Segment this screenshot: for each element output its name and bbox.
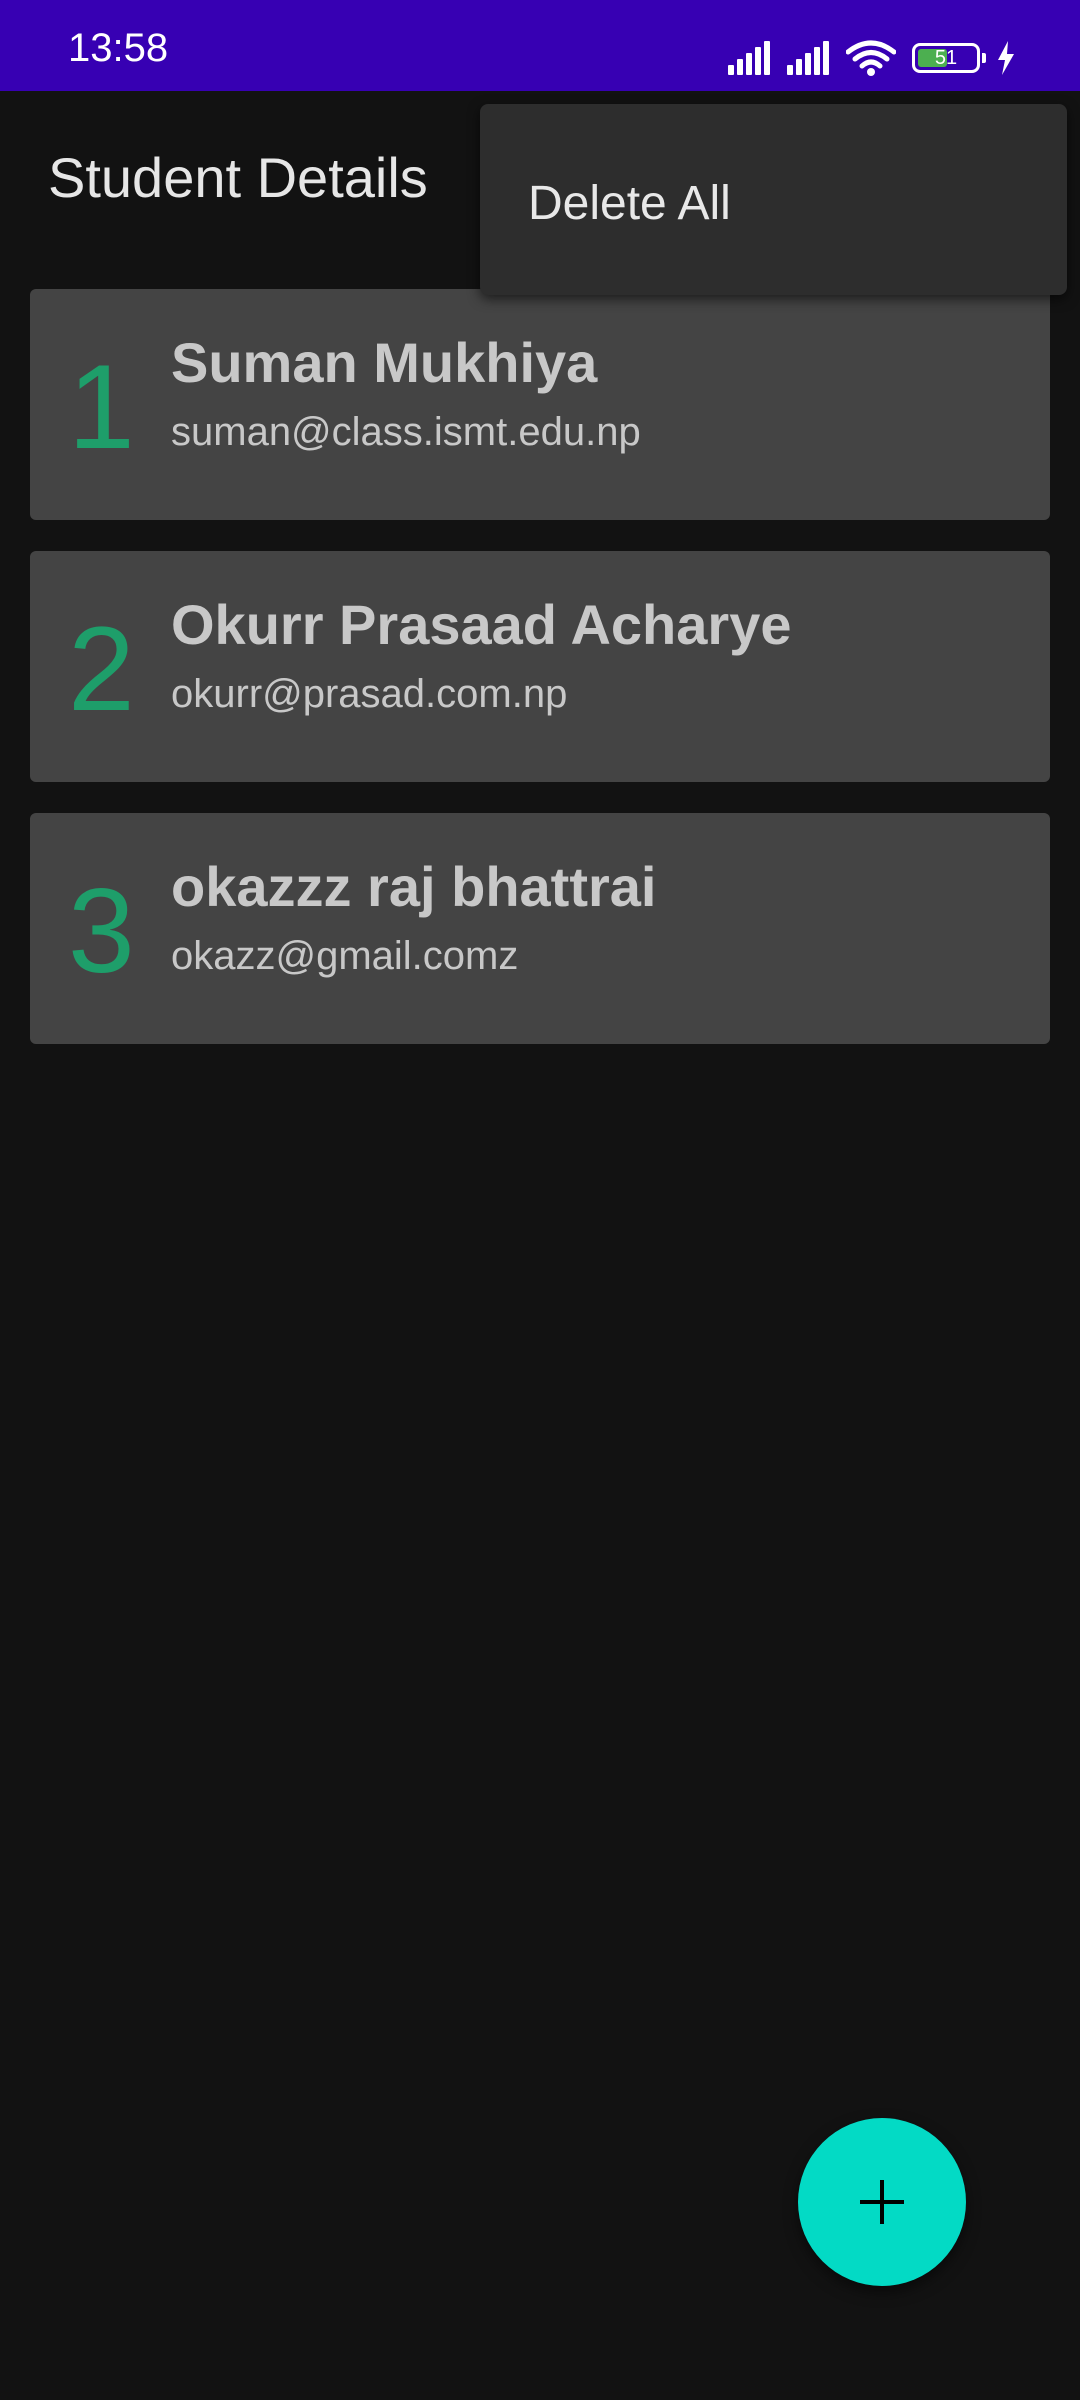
student-name: okazzz raj bhattrai <box>171 855 657 918</box>
student-email: okazz@gmail.comz <box>171 934 519 978</box>
student-card[interactable]: 3 okazzz raj bhattrai okazz@gmail.comz <box>30 813 1050 1044</box>
charging-icon <box>998 41 1014 75</box>
signal-icon <box>728 41 773 75</box>
status-time: 13:58 <box>68 26 169 70</box>
student-card[interactable]: 2 Okurr Prasaad Acharye okurr@prasad.com.n… <box>30 551 1050 782</box>
student-list: 1 Suman Mukhiya suman@class.ismt.edu.np 2 Ok… <box>30 289 1050 1075</box>
page-title: Student Details <box>48 146 428 209</box>
student-name: Okurr Prasaad Acharye <box>171 593 792 656</box>
student-email: okurr@prasad.com.np <box>171 672 568 716</box>
signal-icon <box>787 41 832 75</box>
battery-nub <box>982 53 986 63</box>
battery-level: 51 <box>934 47 958 69</box>
battery-icon: 51 <box>912 43 986 73</box>
delete-all-menu-item[interactable]: Delete All <box>480 104 1067 295</box>
plus-icon <box>860 2180 904 2224</box>
status-bar: 13:58 51 <box>0 0 1080 91</box>
status-icons: 51 <box>728 38 1016 78</box>
student-number: 1 <box>68 340 135 474</box>
delete-all-label: Delete All <box>528 177 731 230</box>
student-card[interactable]: 1 Suman Mukhiya suman@class.ismt.edu.np <box>30 289 1050 520</box>
wifi-icon <box>846 40 896 76</box>
student-email: suman@class.ismt.edu.np <box>171 410 641 454</box>
student-name: Suman Mukhiya <box>171 331 598 394</box>
student-number: 2 <box>68 602 135 736</box>
overflow-menu: Delete All <box>480 104 1067 295</box>
add-student-button[interactable] <box>798 2118 966 2286</box>
student-number: 3 <box>68 864 135 998</box>
